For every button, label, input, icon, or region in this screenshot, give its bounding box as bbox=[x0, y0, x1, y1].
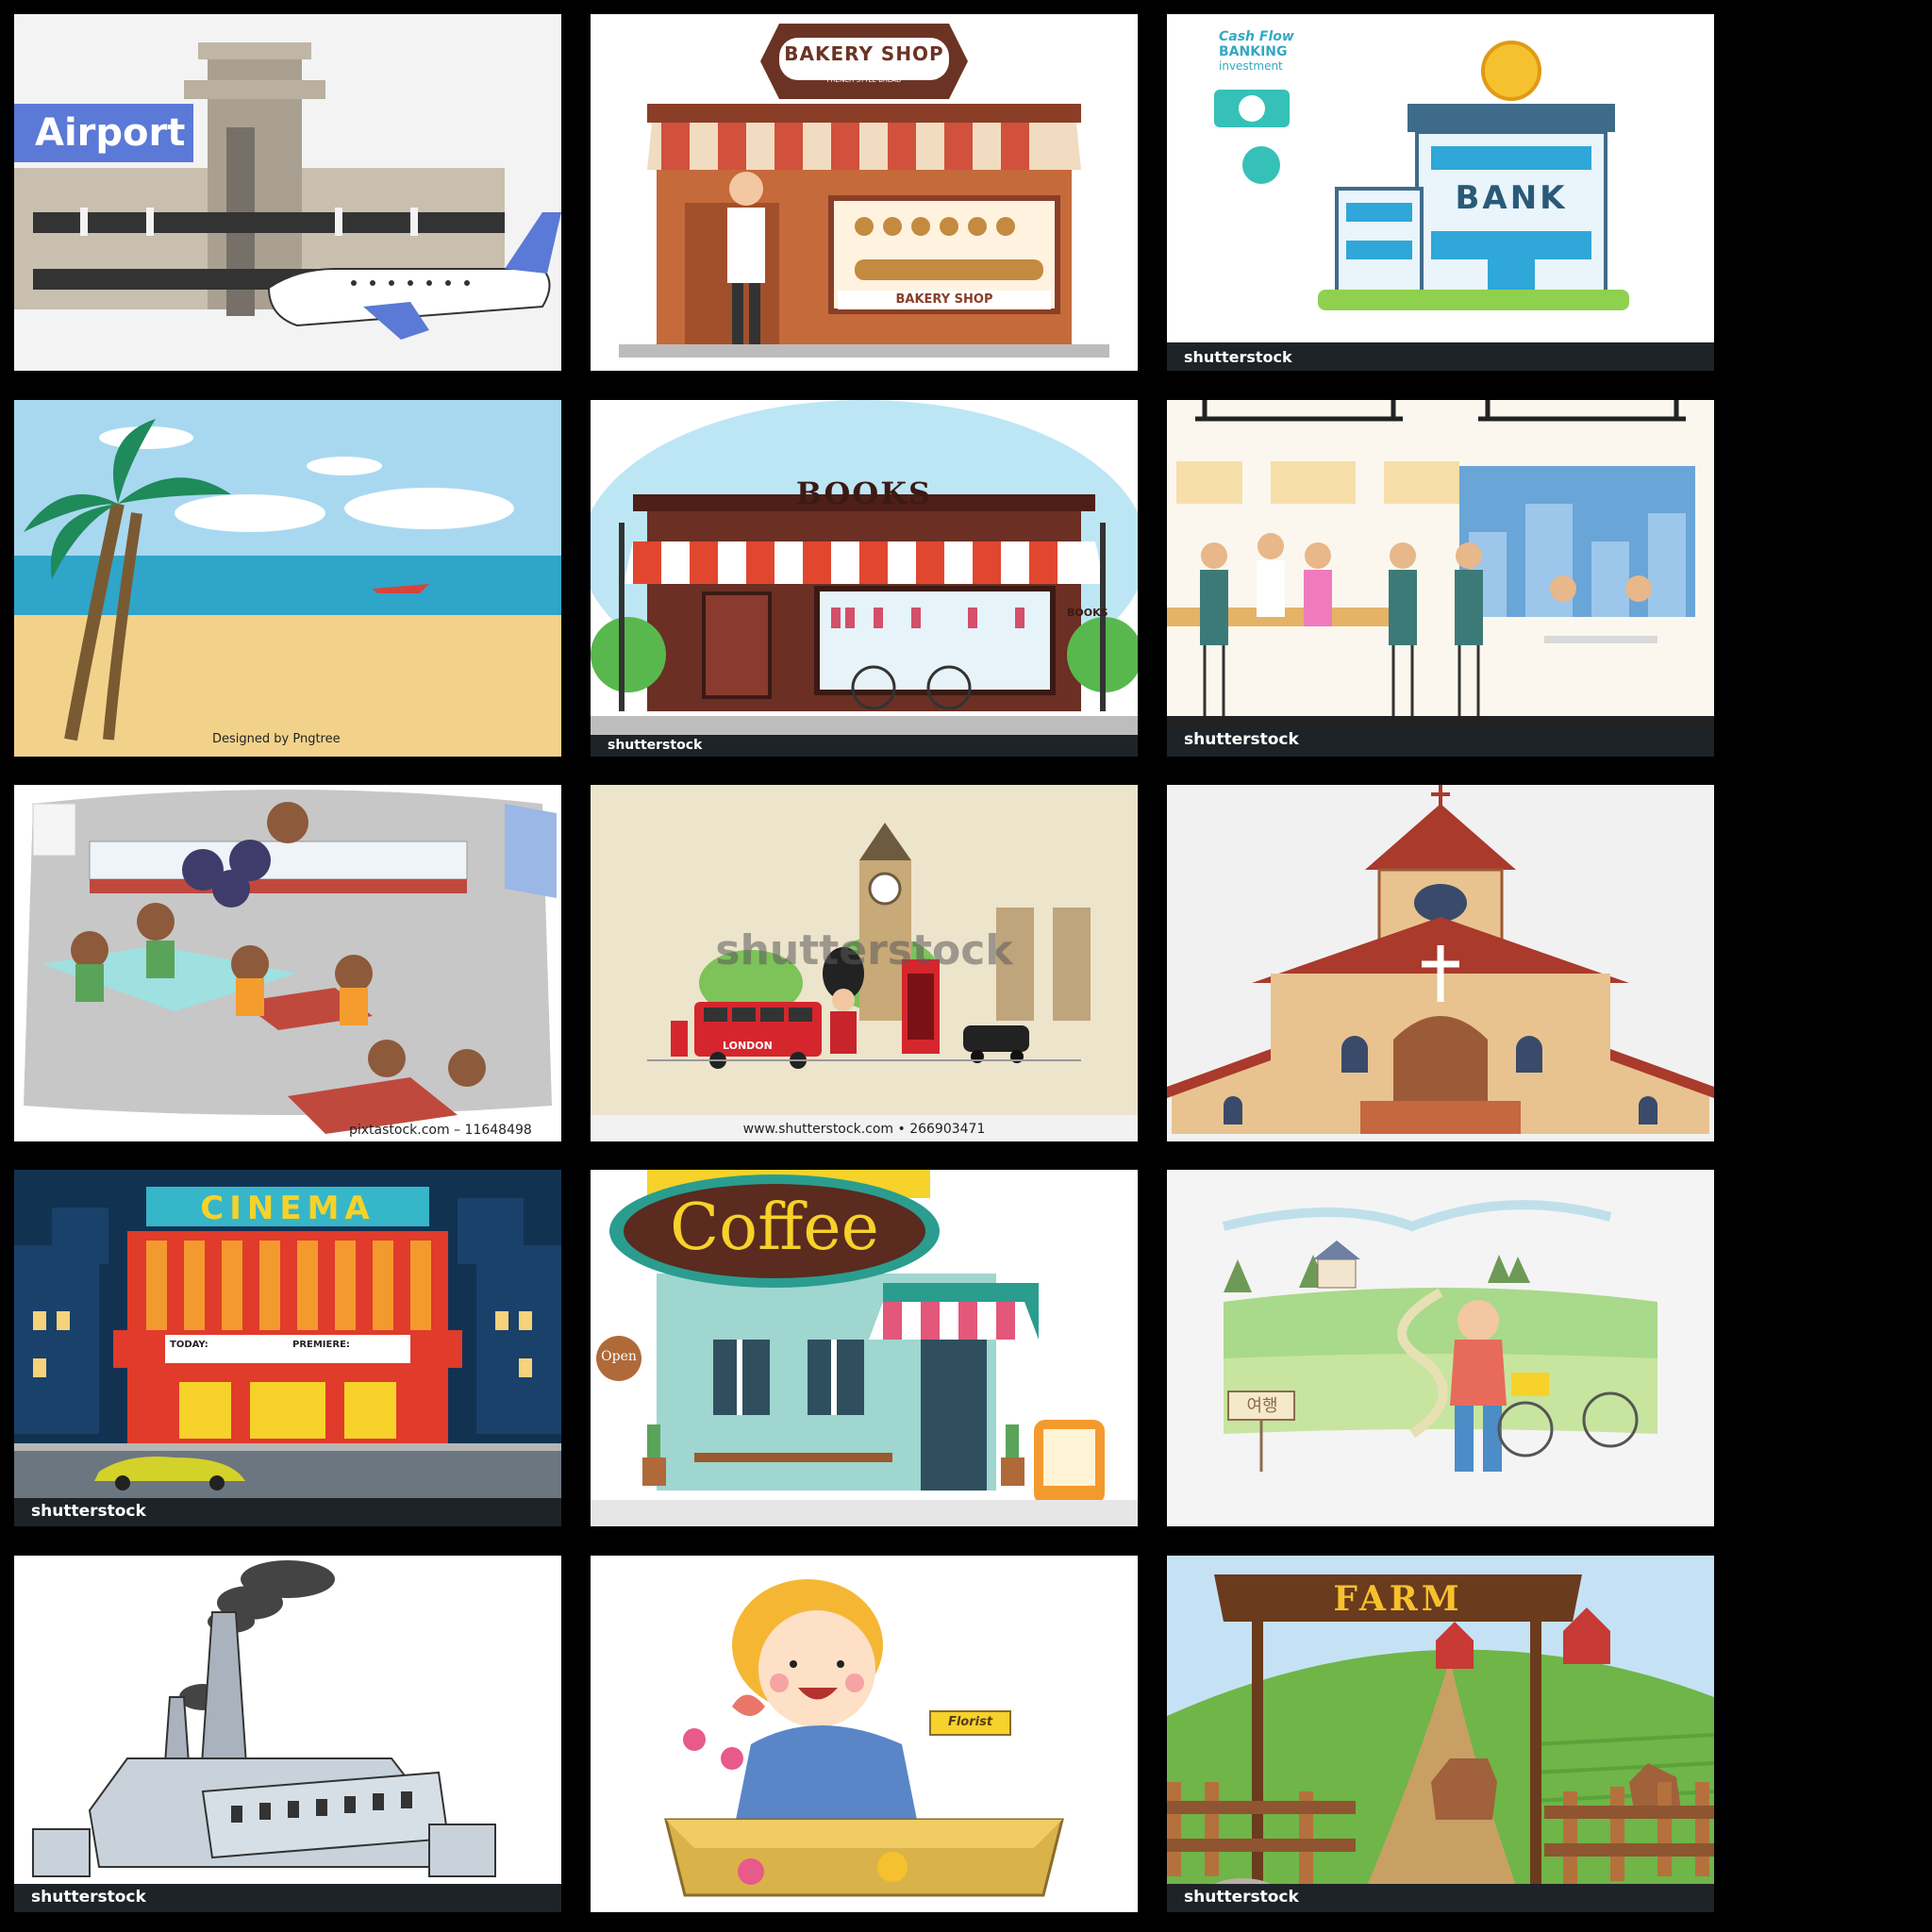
coffee-open-sign: Open bbox=[601, 1349, 637, 1364]
coffee-tile[interactable]: Coffee Open bbox=[591, 1170, 1138, 1526]
bank-promo-2: BANKING bbox=[1219, 44, 1288, 59]
beach-credit: Designed by Pngtree bbox=[212, 732, 341, 746]
church-tile[interactable] bbox=[1167, 785, 1714, 1141]
cinema-watermark: shutterstock bbox=[31, 1502, 146, 1521]
bookstore-watermark: shutterstock bbox=[608, 738, 703, 753]
florist-illustration bbox=[664, 1579, 1064, 1897]
london-bus-text: LONDON bbox=[723, 1040, 773, 1052]
church-illustration bbox=[1167, 785, 1714, 1134]
bakery-illustration bbox=[619, 24, 1109, 358]
airport-sign: Airport bbox=[14, 104, 193, 162]
cinema-tile[interactable]: CINEMA TODAY: PREMIERE: shutterstock bbox=[14, 1170, 561, 1526]
school-canteen-credit: pixtastock.com – 11648498 bbox=[349, 1123, 532, 1138]
london-overlay: shutterstock bbox=[715, 926, 1013, 974]
bank-promo-1: Cash Flow bbox=[1219, 29, 1294, 44]
school-canteen-tile[interactable]: pixtastock.com – 11648498 bbox=[14, 785, 561, 1141]
bank-sign: BANK bbox=[1455, 179, 1568, 217]
cinema-sign: CINEMA bbox=[200, 1190, 375, 1227]
factory-illustration bbox=[14, 1560, 561, 1912]
cafeteria-tile[interactable]: shutterstock bbox=[1167, 400, 1714, 757]
beach-tile[interactable]: Designed by Pngtree bbox=[14, 400, 561, 757]
bakery-subsign: FRENCH STYLE BREAD bbox=[826, 76, 902, 84]
cafeteria-watermark: shutterstock bbox=[1184, 730, 1299, 749]
bakery-window-sign: BAKERY SHOP bbox=[838, 291, 1051, 309]
florist-tile[interactable]: Florist bbox=[591, 1556, 1138, 1912]
countryside-sign: 여행 bbox=[1246, 1396, 1278, 1416]
london-credit: www.shutterstock.com • 266903471 bbox=[742, 1122, 986, 1137]
farm-sign: FARM bbox=[1333, 1579, 1463, 1619]
bank-tile[interactable]: Cash Flow BANKING investment BANK shutte… bbox=[1167, 14, 1714, 371]
bookstore-tile[interactable]: BOOKS BOOKS shutterstock bbox=[591, 400, 1138, 757]
beach-illustration bbox=[14, 400, 561, 757]
bank-promo-3: investment bbox=[1219, 59, 1283, 73]
countryside-tile[interactable]: 여행 bbox=[1167, 1170, 1714, 1526]
school-canteen-illustration bbox=[24, 790, 557, 1134]
factory-tile[interactable]: shutterstock bbox=[14, 1556, 561, 1912]
countryside-illustration bbox=[1222, 1200, 1657, 1472]
bookstore-illustration bbox=[591, 400, 1138, 757]
bakery-tile[interactable]: BAKERY SHOP FRENCH STYLE BREAD BAKERY SH… bbox=[591, 14, 1138, 371]
coffee-sign: Coffee bbox=[670, 1191, 879, 1265]
bakery-sign: BAKERY SHOP bbox=[784, 42, 944, 65]
airport-illustration bbox=[14, 42, 561, 340]
cinema-premiere: PREMIERE: bbox=[292, 1340, 350, 1350]
cinema-today: TODAY: bbox=[170, 1340, 208, 1350]
farm-watermark: shutterstock bbox=[1184, 1888, 1299, 1907]
factory-watermark: shutterstock bbox=[31, 1888, 146, 1907]
bookstore-side-sign: BOOKS bbox=[1067, 607, 1108, 619]
farm-tile[interactable]: FARM shutterstock bbox=[1167, 1556, 1714, 1912]
cafeteria-illustration bbox=[1167, 400, 1714, 757]
airport-label: Airport bbox=[35, 111, 186, 155]
bookstore-sign: BOOKS bbox=[795, 475, 933, 511]
airport-tile[interactable]: Airport bbox=[14, 14, 561, 371]
florist-ribbon: Florist bbox=[947, 1715, 993, 1729]
bank-watermark: shutterstock bbox=[1184, 348, 1292, 366]
london-tile[interactable]: shutterstock LONDON www.shutterstock.com… bbox=[591, 785, 1138, 1141]
